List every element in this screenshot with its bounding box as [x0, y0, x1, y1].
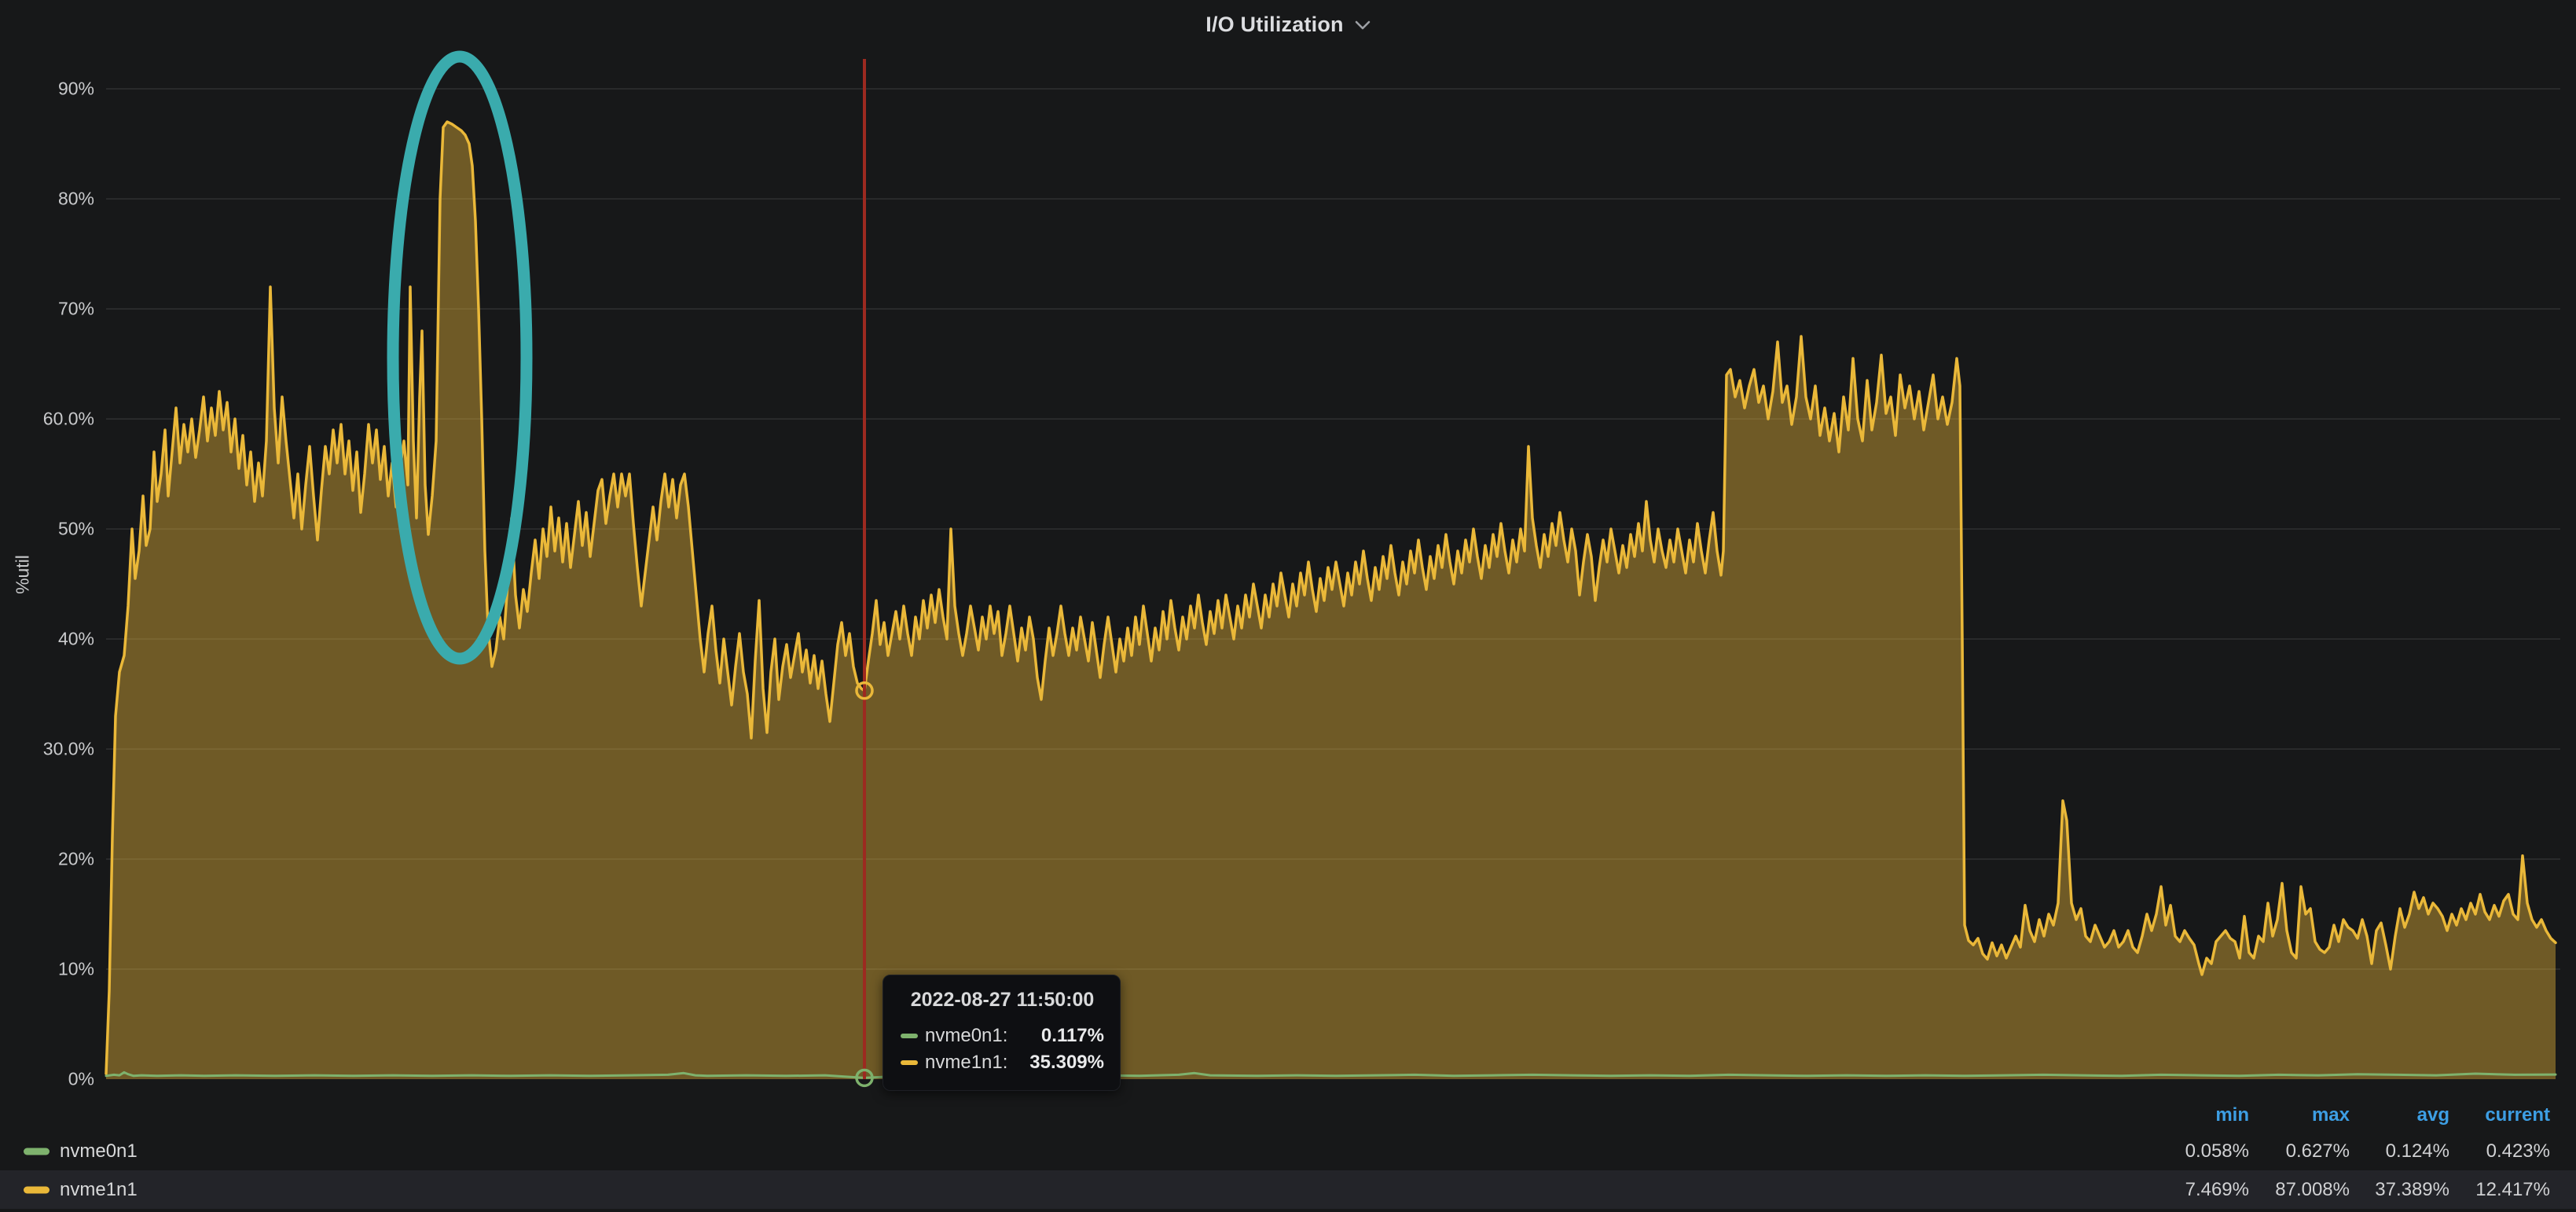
- io-utilization-chart-svg: [106, 50, 2562, 1079]
- legend-stat-current: 12.417%: [2424, 1179, 2550, 1201]
- grafana-panel: { "panel": { "title": "I/O Utilization" …: [0, 0, 2576, 1212]
- y-tick-40: 40%: [58, 629, 94, 650]
- y-tick-10: 10%: [58, 959, 94, 980]
- tooltip-timestamp: 2022-08-27 11:50:00: [901, 989, 1104, 1012]
- y-tick-70: 70%: [58, 299, 94, 320]
- tooltip-row-nvme0n1: nvme0n1: 0.117%: [901, 1023, 1104, 1049]
- y-tick-50: 50%: [58, 519, 94, 540]
- legend: min max avg current nvme0n1 0.058% 0.627…: [0, 1099, 2576, 1209]
- tooltip-row-nvme1n1: nvme1n1: 35.309%: [901, 1049, 1104, 1076]
- y-tick-60: 60.0%: [43, 409, 94, 430]
- legend-row-nvme1n1[interactable]: nvme1n1 7.469% 87.008% 37.389% 12.417%: [0, 1170, 2576, 1209]
- chart-plot-area[interactable]: [106, 50, 2562, 1079]
- legend-row-nvme0n1[interactable]: nvme0n1 0.058% 0.627% 0.124% 0.423%: [0, 1132, 2576, 1170]
- series-color-swatch-icon: [901, 1034, 918, 1038]
- tooltip-series-name: nvme1n1:: [925, 1052, 1007, 1074]
- legend-series-name[interactable]: nvme1n1: [60, 1179, 138, 1201]
- series-color-swatch-icon: [24, 1148, 50, 1155]
- legend-header-current[interactable]: current: [2424, 1104, 2550, 1126]
- chart-tooltip: 2022-08-27 11:50:00 nvme0n1: 0.117% nvme…: [883, 975, 1121, 1091]
- y-tick-80: 80%: [58, 189, 94, 210]
- tooltip-series-value: 0.117%: [1041, 1025, 1104, 1047]
- tooltip-series-value: 35.309%: [1029, 1052, 1104, 1074]
- y-axis-unit-label: %util: [13, 555, 34, 594]
- series-color-swatch-icon: [24, 1186, 50, 1193]
- legend-series-name[interactable]: nvme0n1: [60, 1140, 138, 1162]
- series-color-swatch-icon: [901, 1060, 918, 1065]
- legend-stat-current: 0.423%: [2424, 1140, 2550, 1162]
- panel-header: I/O Utilization: [0, 0, 2576, 49]
- legend-header-row: min max avg current: [0, 1099, 2576, 1132]
- y-tick-20: 20%: [58, 849, 94, 870]
- chevron-down-icon[interactable]: [1355, 20, 1371, 34]
- y-tick-0: 0%: [68, 1069, 94, 1090]
- y-tick-90: 90%: [58, 79, 94, 100]
- y-tick-30: 30.0%: [43, 739, 94, 760]
- tooltip-series-name: nvme0n1:: [925, 1025, 1007, 1047]
- panel-title[interactable]: I/O Utilization: [1205, 13, 1344, 37]
